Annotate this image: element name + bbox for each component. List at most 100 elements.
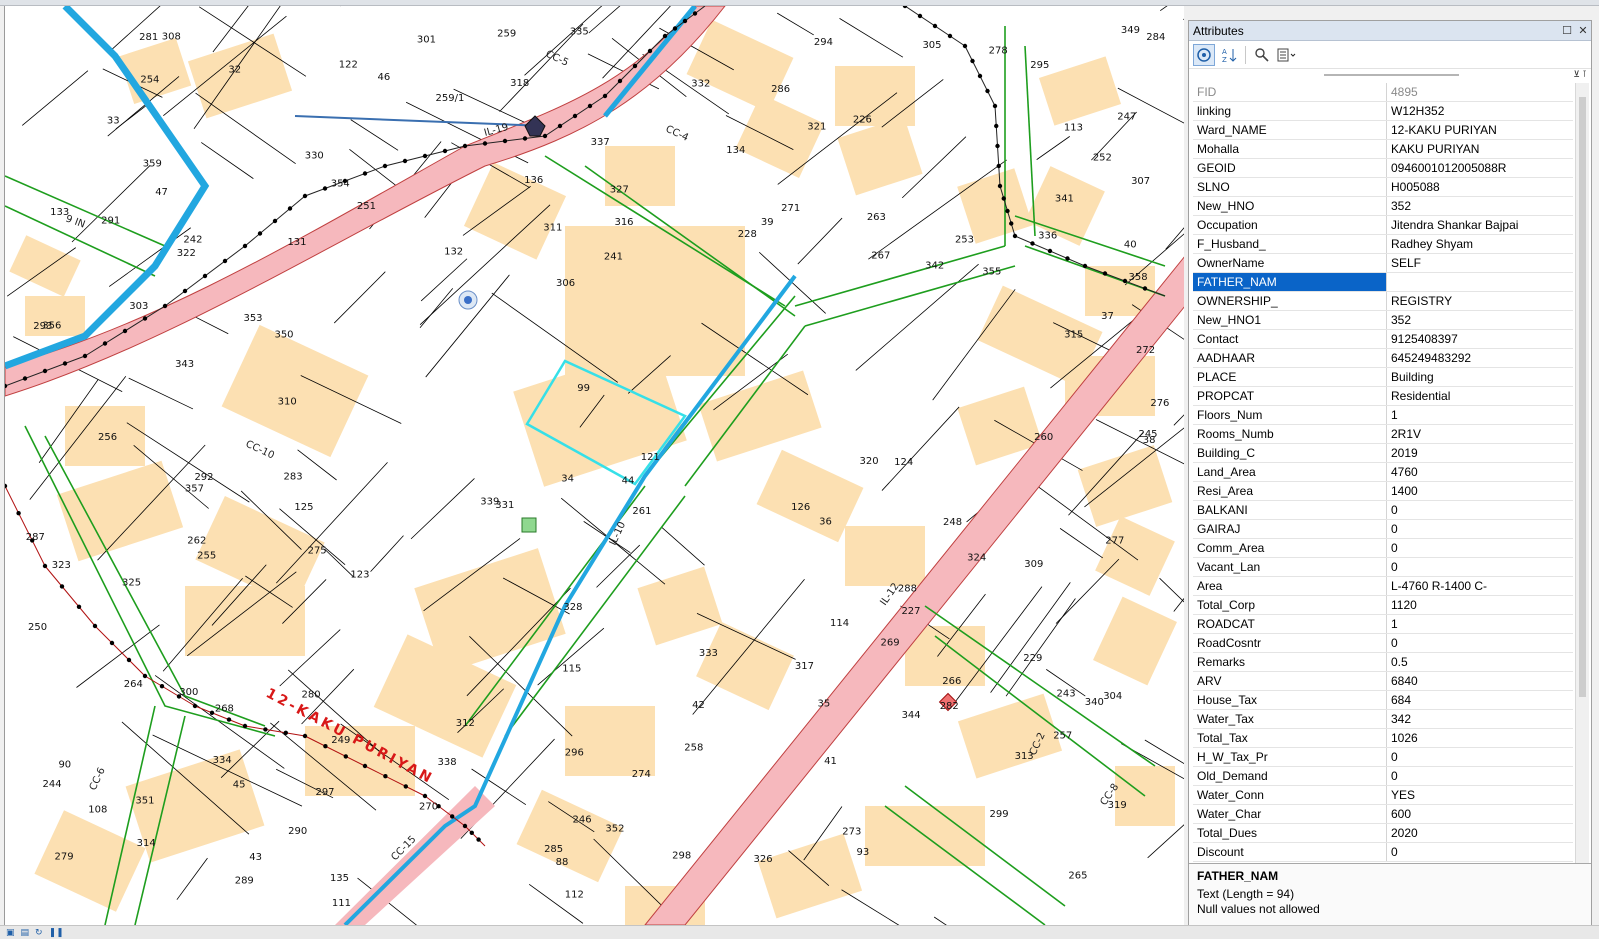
attribute-row-comm_area[interactable]: Comm_Area 0 xyxy=(1193,539,1573,558)
attribute-value[interactable]: 0 xyxy=(1387,520,1573,538)
attribute-row-old_demand[interactable]: Old_Demand 0 xyxy=(1193,767,1573,786)
scrollbar-thumb[interactable] xyxy=(1579,97,1586,697)
attribute-row-gairaj[interactable]: GAIRAJ 0 xyxy=(1193,520,1573,539)
attribute-row-ownername[interactable]: OwnerName SELF xyxy=(1193,254,1573,273)
map-view[interactable]: IL-19IL-12IL-10CC-10CC-5CC-4CC-6CC-2CC-8… xyxy=(5,6,1184,925)
attribute-value[interactable]: 0946001012005088R xyxy=(1387,159,1573,177)
map-canvas[interactable]: IL-19 IL-12 IL-10 CC-10 CC-5 CC-4 CC-6 CC-2 CC-8… xyxy=(4,6,1184,925)
attribute-value[interactable]: 4760 xyxy=(1387,463,1573,481)
attribute-row-land_area[interactable]: Land_Area 4760 xyxy=(1193,463,1573,482)
attribute-row-new_hno1[interactable]: New_HNO1 352 xyxy=(1193,311,1573,330)
attribute-row-h_w_tax_pr[interactable]: H_W_Tax_Pr 0 xyxy=(1193,748,1573,767)
attribute-value[interactable]: 1120 xyxy=(1387,596,1573,614)
attribute-row-total_dues[interactable]: Total_Dues 2020 xyxy=(1193,824,1573,843)
identify-icon[interactable] xyxy=(1193,43,1215,66)
attribute-value[interactable]: Residential xyxy=(1387,387,1573,405)
attribute-value[interactable]: 0 xyxy=(1387,767,1573,785)
attribute-row-resi_area[interactable]: Resi_Area 1400 xyxy=(1193,482,1573,501)
attribute-row-new_hno[interactable]: New_HNO 352 xyxy=(1193,197,1573,216)
attribute-row-f_husband_[interactable]: F_Husband_ Radhey Shyam xyxy=(1193,235,1573,254)
attribute-row-water_conn[interactable]: Water_Conn YES xyxy=(1193,786,1573,805)
attribute-value[interactable]: 0 xyxy=(1387,558,1573,576)
attribute-value[interactable]: W12H352 xyxy=(1387,102,1573,120)
refresh-icon[interactable]: ↻ xyxy=(35,927,43,938)
list-icon[interactable] xyxy=(1276,44,1298,66)
expand-collapse-icons[interactable]: ⊻ ⊺ xyxy=(1573,69,1587,80)
attribute-value[interactable]: 352 xyxy=(1387,311,1573,329)
attribute-row-geoid[interactable]: GEOID 0946001012005088R xyxy=(1193,159,1573,178)
attribute-value[interactable]: 684 xyxy=(1387,691,1573,709)
attribute-value[interactable]: 1400 xyxy=(1387,482,1573,500)
attribute-row-contact[interactable]: Contact 9125408397 xyxy=(1193,330,1573,349)
attribute-row-ownership_[interactable]: OWNERSHIP_ REGISTRY xyxy=(1193,292,1573,311)
attribute-value[interactable]: 645249483292 xyxy=(1387,349,1573,367)
attribute-row-propcat[interactable]: PROPCAT Residential xyxy=(1193,387,1573,406)
attribute-value[interactable]: REGISTRY xyxy=(1387,292,1573,310)
attribute-value[interactable]: 2020 xyxy=(1387,824,1573,842)
attribute-value[interactable]: 0 xyxy=(1387,843,1573,861)
attribute-row-water_char[interactable]: Water_Char 600 xyxy=(1193,805,1573,824)
attribute-row-arv[interactable]: ARV 6840 xyxy=(1193,672,1573,691)
attribute-row-slno[interactable]: SLNO H005088 xyxy=(1193,178,1573,197)
boundary-vertex xyxy=(1082,263,1088,269)
attribute-row-fid[interactable]: FID 4895 xyxy=(1193,83,1573,102)
attribute-value[interactable]: L-4760 R-1400 C- xyxy=(1387,577,1573,595)
layout-view-icon[interactable]: ▣ xyxy=(6,927,15,938)
attribute-value[interactable]: 342 xyxy=(1387,710,1573,728)
attribute-value[interactable]: 0.5 xyxy=(1387,653,1573,671)
attribute-value[interactable]: 0 xyxy=(1387,501,1573,519)
attribute-grid[interactable]: FID 4895 linking W12H352 Ward_NAME 12-KAKU PU… xyxy=(1193,83,1573,879)
attribute-value[interactable]: 6840 xyxy=(1387,672,1573,690)
attribute-value[interactable]: 352 xyxy=(1387,197,1573,215)
attribute-row-floors_num[interactable]: Floors_Num 1 xyxy=(1193,406,1573,425)
attribute-value[interactable]: 1 xyxy=(1387,406,1573,424)
attribute-value[interactable]: 9125408397 xyxy=(1387,330,1573,348)
attribute-value[interactable]: 2R1V xyxy=(1387,425,1573,443)
attribute-value[interactable]: Radhey Shyam xyxy=(1387,235,1573,253)
vertical-scrollbar[interactable] xyxy=(1575,83,1589,879)
attribute-row-area[interactable]: Area L-4760 R-1400 C- xyxy=(1193,577,1573,596)
attribute-row-aadhaar[interactable]: AADHAAR 645249483292 xyxy=(1193,349,1573,368)
attribute-value[interactable]: Building xyxy=(1387,368,1573,386)
attribute-row-house_tax[interactable]: House_Tax 684 xyxy=(1193,691,1573,710)
attribute-row-total_tax[interactable]: Total_Tax 1026 xyxy=(1193,729,1573,748)
attribute-value[interactable]: 12-KAKU PURIYAN xyxy=(1387,121,1573,139)
attribute-value[interactable]: 4895 xyxy=(1387,83,1573,101)
pin-icon[interactable]: ☐ xyxy=(1559,24,1575,37)
attribute-value[interactable]: KAKU PURIYAN xyxy=(1387,140,1573,158)
attribute-value[interactable]: 2019 xyxy=(1387,444,1573,462)
attribute-value[interactable]: 600 xyxy=(1387,805,1573,823)
sort-icon[interactable]: AZ xyxy=(1218,44,1240,66)
attribute-row-father_nam[interactable]: FATHER_NAM xyxy=(1193,273,1573,292)
attribute-row-roadcat[interactable]: ROADCAT 1 xyxy=(1193,615,1573,634)
attribute-value[interactable]: YES xyxy=(1387,786,1573,804)
attribute-row-place[interactable]: PLACE Building xyxy=(1193,368,1573,387)
attribute-row-remarks[interactable]: Remarks 0.5 xyxy=(1193,653,1573,672)
attribute-row-linking[interactable]: linking W12H352 xyxy=(1193,102,1573,121)
attribute-row-occupation[interactable]: Occupation Jitendra Shankar Bajpai xyxy=(1193,216,1573,235)
attribute-row-discount[interactable]: Discount 0 xyxy=(1193,843,1573,862)
find-icon[interactable] xyxy=(1251,44,1273,66)
attribute-value[interactable]: 0 xyxy=(1387,539,1573,557)
attribute-value[interactable]: 0 xyxy=(1387,634,1573,652)
close-icon[interactable]: ✕ xyxy=(1575,24,1591,37)
attribute-row-roadcosntr[interactable]: RoadCosntr 0 xyxy=(1193,634,1573,653)
attribute-row-rooms_numb[interactable]: Rooms_Numb 2R1V xyxy=(1193,425,1573,444)
attribute-value[interactable]: H005088 xyxy=(1387,178,1573,196)
attribute-row-ward_name[interactable]: Ward_NAME 12-KAKU PURIYAN xyxy=(1193,121,1573,140)
attribute-row-vacant_lan[interactable]: Vacant_Lan 0 xyxy=(1193,558,1573,577)
attribute-value[interactable]: 1026 xyxy=(1387,729,1573,747)
attribute-row-mohalla[interactable]: Mohalla KAKU PURIYAN xyxy=(1193,140,1573,159)
attribute-value[interactable]: SELF xyxy=(1387,254,1573,272)
attribute-row-total_corp[interactable]: Total_Corp 1120 xyxy=(1193,596,1573,615)
attribute-row-water_tax[interactable]: Water_Tax 342 xyxy=(1193,710,1573,729)
attribute-value[interactable]: 0 xyxy=(1387,748,1573,766)
attribute-value[interactable]: Jitendra Shankar Bajpai xyxy=(1387,216,1573,234)
horizontal-scrollbar[interactable] xyxy=(1324,74,1459,76)
attribute-value[interactable] xyxy=(1387,273,1573,291)
attribute-value[interactable]: 1 xyxy=(1387,615,1573,633)
attribute-row-building_c[interactable]: Building_C 2019 xyxy=(1193,444,1573,463)
data-view-icon[interactable]: ▤ xyxy=(21,927,30,938)
attribute-row-balkani[interactable]: BALKANI 0 xyxy=(1193,501,1573,520)
pause-icon[interactable]: ❚❚ xyxy=(49,927,64,938)
